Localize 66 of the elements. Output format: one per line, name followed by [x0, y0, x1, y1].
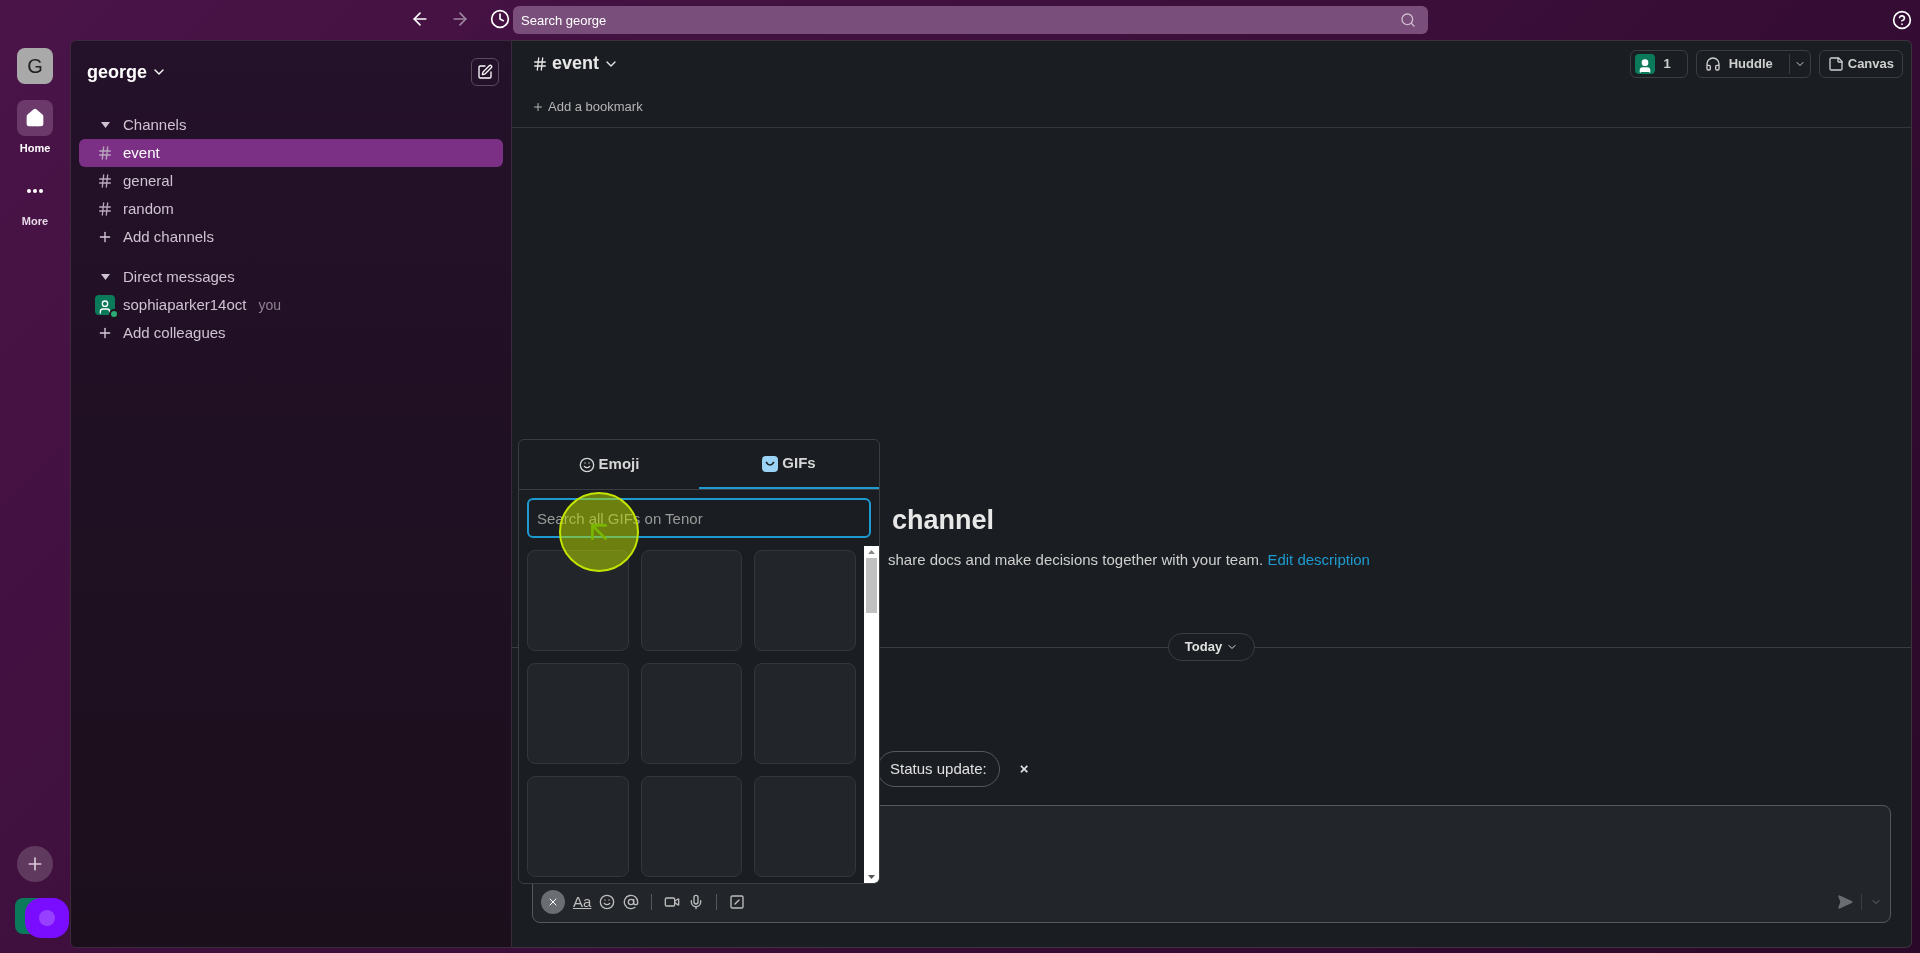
headphones-icon [1704, 55, 1721, 72]
caret-icon [100, 122, 110, 128]
home-icon [25, 108, 45, 128]
compose-icon [477, 64, 493, 80]
search-field[interactable]: Search george [513, 6, 1428, 34]
rail-item[interactable]: More [17, 172, 53, 229]
scrollbar-thumb[interactable] [866, 558, 877, 613]
sidebar-label: event [123, 142, 160, 163]
plus-icon [532, 100, 544, 113]
sidebar-item[interactable]: general [79, 167, 503, 195]
history-icon[interactable] [490, 9, 510, 29]
sidebar-item[interactable]: sophiaparker14oct you [79, 291, 503, 319]
hash-icon [97, 145, 113, 161]
mention-icon[interactable] [623, 894, 640, 910]
help-icon[interactable] [1892, 10, 1912, 30]
channel-title[interactable]: event [532, 50, 620, 77]
plus-icon [97, 229, 113, 245]
close-icon [547, 896, 559, 908]
picker-tab[interactable]: GIFs [699, 440, 879, 489]
huddle-button[interactable]: Huddle [1695, 49, 1811, 78]
sidebar-item[interactable]: Add colleagues [79, 319, 503, 347]
more-icon [27, 188, 43, 193]
compose-button[interactable] [471, 58, 499, 86]
format-button[interactable]: Aa [573, 890, 592, 914]
members-button[interactable]: 1 [1630, 49, 1688, 78]
profile-avatar[interactable] [15, 898, 69, 938]
sidebar-label: general [123, 170, 174, 191]
intro-description: share docs and make decisions together with your team. Edit description [888, 549, 1370, 570]
section-header[interactable]: Channels [79, 111, 503, 139]
sidebar-item[interactable]: Add channels [79, 223, 503, 251]
sidebar-label: Add colleagues [123, 322, 226, 343]
hash-icon [97, 173, 113, 189]
send-icon[interactable] [1837, 894, 1853, 910]
workspace-icon[interactable]: G [17, 48, 53, 84]
search-icon [1400, 12, 1416, 28]
video-icon[interactable] [664, 894, 681, 910]
gif-placeholder[interactable] [527, 550, 629, 651]
add-workspace-button[interactable] [17, 846, 53, 882]
you-label: you [258, 295, 281, 315]
scrollbar[interactable] [864, 546, 879, 883]
picker-tab[interactable]: Emoji [519, 440, 699, 489]
sidebar-item[interactable]: random [79, 195, 503, 223]
smiley-icon [578, 456, 595, 473]
hash-icon [97, 201, 113, 217]
edit-description-link[interactable]: Edit description [1267, 550, 1370, 568]
dismiss-button[interactable]: × [1019, 757, 1029, 781]
sidebar-label: sophiaparker14oct [123, 294, 247, 315]
canvas-button[interactable]: Canvas [1818, 49, 1903, 78]
workspace-menu[interactable]: george [87, 58, 167, 86]
close-button[interactable] [541, 890, 565, 914]
hash-icon [532, 55, 548, 72]
gif-icon [762, 455, 779, 472]
note-icon [1827, 55, 1844, 72]
scroll-up-icon[interactable] [868, 550, 875, 554]
sidebar-label: random [123, 198, 174, 219]
sidebar-label: Add channels [123, 226, 214, 247]
shortcut-icon[interactable] [729, 894, 746, 910]
intro-title: channel [892, 504, 995, 537]
add-bookmark-button[interactable]: Add a bookmark [532, 96, 643, 117]
caret-icon [100, 274, 110, 280]
scroll-down-icon[interactable] [868, 875, 875, 879]
plus-icon [97, 325, 113, 341]
sidebar-item[interactable]: event [79, 139, 503, 167]
avatar-icon [1635, 53, 1656, 74]
emoji-icon[interactable] [599, 894, 616, 910]
section-header[interactable]: Direct messages [79, 263, 503, 291]
